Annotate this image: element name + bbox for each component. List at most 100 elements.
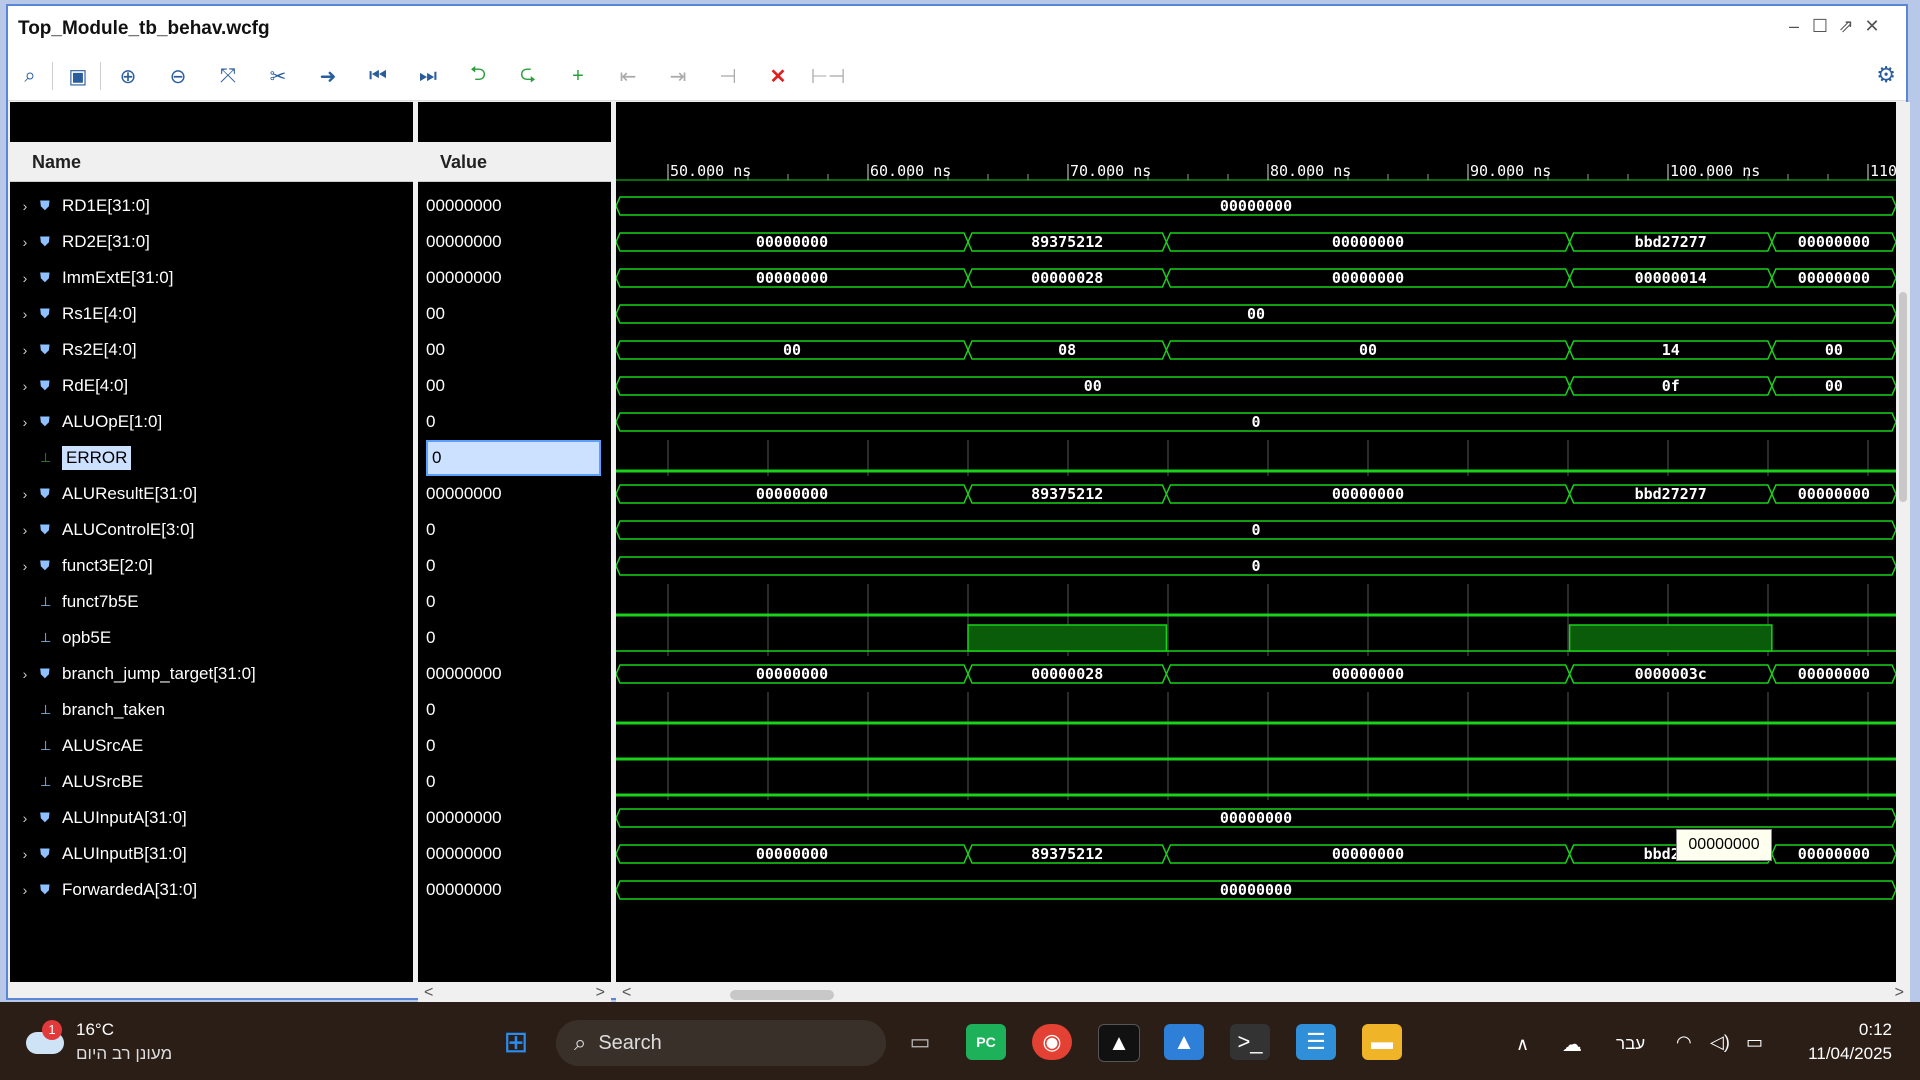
photos-icon[interactable]: ▲ xyxy=(1164,1024,1204,1060)
expand-chevron-icon[interactable]: › xyxy=(10,270,40,286)
zoom-out-icon[interactable]: ⊖ xyxy=(160,60,196,92)
task-view-icon[interactable]: ▭ xyxy=(900,1024,940,1060)
close-icon[interactable]: ✕ xyxy=(1860,16,1884,37)
previous-transition-icon[interactable]: ⮌ xyxy=(460,60,496,92)
onedrive-icon[interactable]: ☁ xyxy=(1562,1032,1582,1057)
search-icon[interactable]: ⌕ xyxy=(12,60,48,92)
signal-row[interactable]: › ⛊ funct3E[2:0] xyxy=(10,548,153,584)
expand-chevron-icon[interactable]: › xyxy=(10,522,40,538)
expand-chevron-icon[interactable]: › xyxy=(10,882,40,898)
wifi-icon[interactable]: ◠ xyxy=(1676,1032,1692,1053)
signal-row[interactable]: ⊥ ERROR xyxy=(10,440,132,476)
signal-row[interactable]: › ⛊ RD1E[31:0] xyxy=(10,188,150,224)
signal-row[interactable]: › ⛊ ALUInputA[31:0] xyxy=(10,800,187,836)
signal-value[interactable]: 0 xyxy=(426,512,601,548)
scroll-thumb[interactable] xyxy=(1899,292,1907,502)
hscroll-thumb[interactable] xyxy=(730,990,834,1000)
previous-marker-icon[interactable]: ⇤ xyxy=(610,60,646,92)
signal-value[interactable]: 00 xyxy=(426,332,601,368)
cursor-icon[interactable]: ✂ xyxy=(260,60,296,92)
signal-value[interactable]: 00000000 xyxy=(426,836,601,872)
expand-chevron-icon[interactable]: › xyxy=(10,198,40,214)
expand-chevron-icon[interactable]: › xyxy=(10,414,40,430)
expand-chevron-icon[interactable]: › xyxy=(10,810,40,826)
signal-value[interactable]: 00000000 xyxy=(426,224,601,260)
weather-icon[interactable]: 1 xyxy=(26,1020,66,1060)
zoom-fit-icon[interactable]: ⤧ xyxy=(210,60,246,92)
go-to-start-icon[interactable]: ⏮ xyxy=(360,60,396,92)
signal-value[interactable]: 00000000 xyxy=(426,800,601,836)
expand-chevron-icon[interactable]: › xyxy=(10,486,40,502)
expand-chevron-icon[interactable]: › xyxy=(10,342,40,358)
expand-chevron-icon[interactable]: › xyxy=(10,306,40,322)
signal-row[interactable]: › ⛊ ImmExtE[31:0] xyxy=(10,260,174,296)
zoom-in-icon[interactable]: ⊕ xyxy=(110,60,146,92)
signal-row[interactable]: › ⛊ branch_jump_target[31:0] xyxy=(10,656,256,692)
taskbar-search[interactable]: ⌕ Search xyxy=(556,1020,886,1066)
signal-value[interactable]: 00000000 xyxy=(426,188,601,224)
signal-value[interactable]: 00000000 xyxy=(426,476,601,512)
signal-row[interactable]: ⊥ ALUSrcBE xyxy=(10,764,143,800)
notepad-icon[interactable]: ☰ xyxy=(1296,1024,1336,1060)
signal-value[interactable]: 0 xyxy=(426,584,601,620)
signal-row[interactable]: › ⛊ ALUResultE[31:0] xyxy=(10,476,197,512)
expand-chevron-icon[interactable]: › xyxy=(10,558,40,574)
signal-value[interactable]: 00000000 xyxy=(426,260,601,296)
signal-row[interactable]: ⊥ funct7b5E xyxy=(10,584,139,620)
next-transition-icon[interactable]: ⮎ xyxy=(510,60,546,92)
signal-row[interactable]: › ⛊ ALUInputB[31:0] xyxy=(10,836,187,872)
maximize-icon[interactable]: ☐ xyxy=(1808,16,1832,37)
signal-row[interactable]: ⊥ opb5E xyxy=(10,620,111,656)
signal-row[interactable]: › ⛊ ALUControlE[3:0] xyxy=(10,512,195,548)
save-icon[interactable]: ▣ xyxy=(60,60,96,92)
float-icon[interactable]: ⇗ xyxy=(1834,16,1858,37)
signal-value[interactable]: 0 xyxy=(426,548,601,584)
signal-value[interactable]: 0 xyxy=(426,404,601,440)
signal-value[interactable]: 0 xyxy=(426,440,601,476)
minimize-icon[interactable]: – xyxy=(1782,16,1806,37)
signal-row[interactable]: ⊥ branch_taken xyxy=(10,692,165,728)
bit-high-pulse[interactable] xyxy=(967,624,1168,652)
delete-icon[interactable]: ✕ xyxy=(760,60,796,92)
vivado-icon[interactable]: ▲ xyxy=(1098,1024,1140,1062)
tray-chevron-icon[interactable]: ∧ xyxy=(1516,1034,1529,1055)
file-explorer-icon[interactable]: ▬ xyxy=(1362,1024,1402,1060)
add-marker-icon[interactable]: + xyxy=(560,60,596,92)
expand-chevron-icon[interactable]: › xyxy=(10,234,40,250)
battery-icon[interactable]: ▭ xyxy=(1746,1032,1763,1053)
expand-chevron-icon[interactable]: › xyxy=(10,378,40,394)
clock-time[interactable]: 0:12 xyxy=(1780,1020,1892,1040)
signal-row[interactable]: › ⛊ ALUOpE[1:0] xyxy=(10,404,163,440)
signal-row[interactable]: › ⛊ RdE[4:0] xyxy=(10,368,129,404)
signal-row[interactable]: › ⛊ RD2E[31:0] xyxy=(10,224,150,260)
value-column-header[interactable]: Value xyxy=(418,142,611,182)
weather-temp[interactable]: 16°C xyxy=(76,1020,114,1040)
signal-value[interactable]: 0 xyxy=(426,620,601,656)
bit-high-pulse[interactable] xyxy=(1568,624,1773,652)
signal-value[interactable]: 0 xyxy=(426,728,601,764)
signal-value[interactable]: 00 xyxy=(426,296,601,332)
signal-row[interactable]: › ⛊ Rs1E[4:0] xyxy=(10,296,137,332)
windows-start-icon[interactable]: ⊞ xyxy=(496,1024,536,1060)
gear-icon[interactable]: ⚙ xyxy=(1876,62,1896,88)
vertical-scrollbar[interactable] xyxy=(1896,102,1910,982)
expand-chevron-icon[interactable]: › xyxy=(10,846,40,862)
clock-date[interactable]: 11/04/2025 xyxy=(1780,1044,1892,1064)
expand-chevron-icon[interactable]: › xyxy=(10,666,40,682)
signal-value[interactable]: 00000000 xyxy=(426,872,601,908)
language-indicator[interactable]: עבר xyxy=(1616,1034,1645,1054)
snap-icon[interactable]: ⊢⊣ xyxy=(810,60,846,92)
pycharm-icon[interactable]: PC xyxy=(966,1024,1006,1060)
signal-value[interactable]: 00 xyxy=(426,368,601,404)
weather-desc[interactable]: מעונן רב היום xyxy=(76,1044,172,1064)
swap-cursors-icon[interactable]: ⊣ xyxy=(710,60,746,92)
go-to-end-icon[interactable]: ⏭ xyxy=(410,60,446,92)
volume-icon[interactable]: ◁) xyxy=(1710,1032,1730,1053)
terminal-icon[interactable]: >_ xyxy=(1230,1024,1270,1060)
go-to-cursor-icon[interactable]: ➜ xyxy=(310,60,346,92)
signal-value[interactable]: 00000000 xyxy=(426,656,601,692)
name-column-header[interactable]: Name xyxy=(10,142,413,182)
signal-row[interactable]: › ⛊ Rs2E[4:0] xyxy=(10,332,137,368)
chrome-icon[interactable]: ◉ xyxy=(1032,1024,1072,1060)
signal-row[interactable]: › ⛊ ForwardedA[31:0] xyxy=(10,872,197,908)
